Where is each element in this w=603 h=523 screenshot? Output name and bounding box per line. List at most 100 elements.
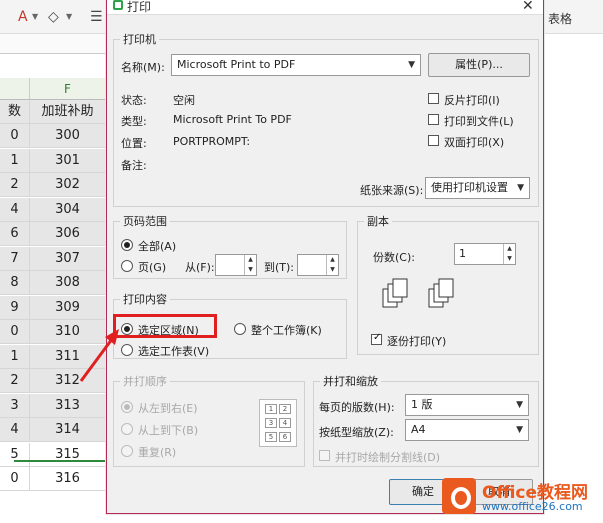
copies-stepper[interactable]: 1 ▲ ▼ bbox=[454, 243, 516, 265]
table-cell[interactable]: 2 bbox=[0, 173, 30, 197]
column-header-f[interactable]: F bbox=[30, 78, 106, 100]
order-cell: 2 bbox=[279, 404, 291, 414]
to-label: 到(T): bbox=[264, 261, 295, 274]
pages-per-sheet-select[interactable]: 1 版 ▼ bbox=[405, 394, 529, 416]
page-range-label: 页码范围 bbox=[120, 213, 170, 229]
table-cell[interactable]: 306 bbox=[30, 222, 106, 246]
reverse-print-checkbox[interactable] bbox=[428, 93, 439, 104]
chevron-down-icon: ▼ bbox=[516, 400, 523, 410]
table-cell[interactable]: 313 bbox=[30, 393, 106, 418]
table-cell[interactable]: 0 bbox=[0, 320, 30, 344]
type-value: Microsoft Print To PDF bbox=[173, 113, 292, 126]
watermark: Office教程网 www.office26.com bbox=[440, 476, 603, 518]
stepper-arrows-icon[interactable]: ▲ ▼ bbox=[244, 255, 256, 275]
chevron-down-icon: ▼ bbox=[517, 183, 524, 193]
stepper-arrows-icon[interactable]: ▲ ▼ bbox=[503, 244, 515, 264]
column-header-e[interactable] bbox=[0, 78, 30, 100]
type-label: 类型: bbox=[121, 115, 147, 128]
dialog-title: 打印 bbox=[127, 0, 152, 14]
table-cell[interactable]: 6 bbox=[0, 222, 30, 246]
table-cell[interactable]: 1 bbox=[0, 344, 30, 369]
chevron-down-icon[interactable]: ▼ bbox=[66, 12, 72, 21]
table-cell[interactable]: 304 bbox=[30, 197, 106, 222]
table-cell[interactable]: 2 bbox=[0, 369, 30, 393]
table-cell[interactable]: 0 bbox=[0, 124, 30, 148]
close-icon[interactable]: ✕ bbox=[522, 0, 534, 14]
duplex-print-checkbox[interactable] bbox=[428, 135, 439, 146]
cell-column-title[interactable]: 加班补助 bbox=[30, 100, 106, 124]
location-value: PORTPROMPT: bbox=[173, 135, 251, 148]
location-label: 位置: bbox=[121, 137, 147, 150]
print-content-label: 打印内容 bbox=[120, 291, 170, 307]
print-dialog: 打印 ✕ 打印机 名称(M): Microsoft Print to PDF ▼… bbox=[106, 0, 544, 514]
table-cell[interactable]: 1 bbox=[0, 148, 30, 173]
table-cell[interactable]: 7 bbox=[0, 246, 30, 271]
eraser-icon[interactable]: ◇ bbox=[48, 9, 59, 25]
table-cell[interactable]: 3 bbox=[0, 393, 30, 418]
watermark-url: www.office26.com bbox=[482, 500, 583, 513]
pages-per-sheet-label: 每页的版数(H): bbox=[319, 401, 395, 414]
table-cell[interactable]: 314 bbox=[30, 418, 106, 442]
scale-paper-select[interactable]: A4 ▼ bbox=[405, 419, 529, 441]
left-to-right-label: 从左到右(E) bbox=[138, 402, 198, 415]
paper-source-value: 使用打印机设置 bbox=[431, 181, 508, 194]
order-cell: 3 bbox=[265, 418, 277, 428]
collate-checkbox[interactable] bbox=[371, 332, 382, 345]
status-label: 状态: bbox=[121, 94, 147, 107]
pages-label: 页(G) bbox=[138, 261, 167, 274]
screen: A ▼ ◇ ▼ ☰ 表格 F 数 加班补助 0 300 1 301 2 302 4 304 6 3… bbox=[0, 0, 603, 523]
properties-button[interactable]: 属性(P)... bbox=[428, 53, 530, 77]
formula-bar bbox=[0, 34, 112, 54]
table-cell[interactable]: 309 bbox=[30, 295, 106, 320]
selection-border bbox=[14, 460, 106, 462]
table-cell[interactable]: 300 bbox=[30, 124, 106, 148]
table-cell[interactable]: 316 bbox=[30, 467, 106, 491]
pages-radio[interactable] bbox=[121, 260, 133, 272]
from-page-stepper[interactable]: ▲ ▼ bbox=[215, 254, 257, 276]
print-icon bbox=[113, 0, 123, 10]
collate-label: 逐份打印(Y) bbox=[387, 335, 447, 348]
table-cell[interactable]: 307 bbox=[30, 246, 106, 271]
red-arrow-icon bbox=[79, 329, 119, 382]
whole-workbook-radio[interactable] bbox=[234, 323, 246, 335]
align-icon[interactable]: ☰ bbox=[90, 9, 103, 25]
reverse-print-label: 反片打印(I) bbox=[444, 94, 500, 107]
order-cell: 1 bbox=[265, 404, 277, 414]
selected-sheet-label: 选定工作表(V) bbox=[138, 345, 210, 358]
table-cell[interactable]: 4 bbox=[0, 197, 30, 222]
table-cell[interactable]: 301 bbox=[30, 148, 106, 173]
from-label: 从(F): bbox=[185, 261, 215, 274]
all-pages-radio[interactable] bbox=[121, 239, 133, 251]
left-to-right-radio[interactable] bbox=[121, 401, 133, 413]
stepper-arrows-icon[interactable]: ▲ ▼ bbox=[326, 255, 338, 275]
name-label: 名称(M): bbox=[121, 61, 165, 74]
table-cell[interactable]: 8 bbox=[0, 271, 30, 295]
table-cell[interactable]: 5 bbox=[0, 442, 30, 467]
table-cell[interactable]: 315 bbox=[30, 442, 106, 467]
table-cell[interactable]: 308 bbox=[30, 271, 106, 295]
scale-group-label: 并打和缩放 bbox=[320, 373, 381, 389]
printer-select[interactable]: Microsoft Print to PDF ▼ bbox=[171, 54, 421, 76]
toolbar-right-label[interactable]: 表格 bbox=[548, 10, 572, 27]
repeat-radio[interactable] bbox=[121, 445, 133, 457]
top-to-bottom-radio[interactable] bbox=[121, 423, 133, 435]
cell-left-header[interactable]: 数 bbox=[0, 100, 30, 124]
order-cell: 5 bbox=[265, 432, 277, 442]
table-cell[interactable]: 9 bbox=[0, 295, 30, 320]
whole-workbook-label: 整个工作簿(K) bbox=[251, 324, 322, 337]
paper-source-label: 纸张来源(S): bbox=[360, 184, 424, 197]
print-to-file-checkbox[interactable] bbox=[428, 114, 439, 125]
status-value: 空闲 bbox=[173, 94, 195, 107]
order-cell: 6 bbox=[279, 432, 291, 442]
table-cell[interactable]: 302 bbox=[30, 173, 106, 197]
table-cell[interactable]: 0 bbox=[0, 467, 30, 491]
chevron-down-icon: ▼ bbox=[408, 60, 415, 70]
draw-divider-checkbox[interactable] bbox=[319, 450, 330, 461]
paper-source-select[interactable]: 使用打印机设置 ▼ bbox=[425, 177, 530, 199]
table-cell[interactable]: 4 bbox=[0, 418, 30, 442]
order-cell: 4 bbox=[279, 418, 291, 428]
to-page-stepper[interactable]: ▲ ▼ bbox=[297, 254, 339, 276]
pages-per-sheet-value: 1 版 bbox=[411, 398, 433, 411]
chevron-down-icon[interactable]: ▼ bbox=[32, 12, 38, 21]
font-color-icon[interactable]: A bbox=[18, 9, 28, 25]
